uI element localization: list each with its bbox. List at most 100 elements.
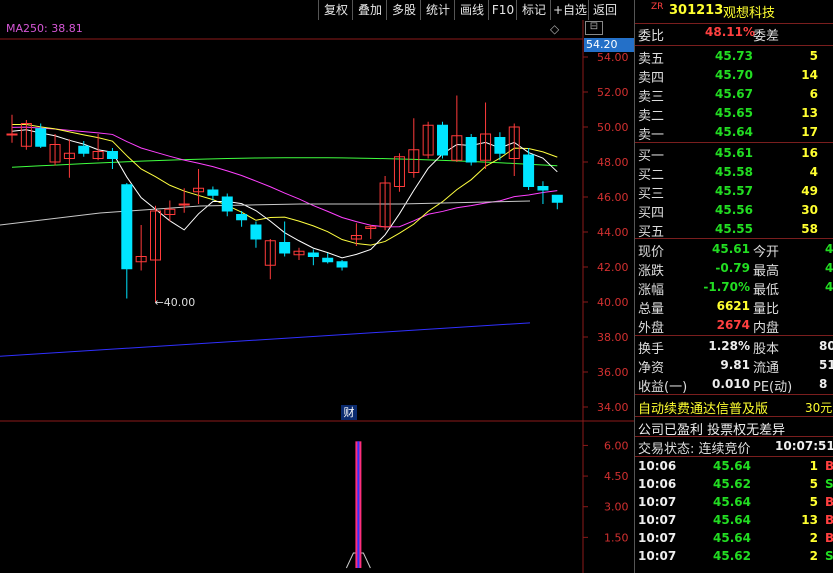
- stat-label: 涨跌: [638, 264, 665, 279]
- candle-body: [207, 189, 219, 196]
- stat-label: 最低: [753, 283, 780, 298]
- tick-volume: 13: [801, 513, 818, 527]
- kline-chart[interactable]: 54.00 52.00 50.00 48.00 46.00 44.00 42.00 40.00…: [0, 20, 634, 573]
- toolbar-button-2[interactable]: 多股: [386, 0, 421, 20]
- stat-label: 流通: [753, 361, 780, 376]
- current-price-tag: 54.20: [584, 38, 634, 52]
- volume-tick-label: 3.00: [604, 501, 629, 514]
- candle-body: [250, 224, 262, 240]
- toolbar-button-3[interactable]: 统计: [420, 0, 455, 20]
- sell-level-label: 卖二: [638, 109, 665, 124]
- stock-name[interactable]: 观想科技: [723, 2, 775, 21]
- candle-body: [178, 203, 190, 206]
- toolbar-button-1[interactable]: 叠加: [352, 0, 387, 20]
- toolbar-button-0[interactable]: 复权: [318, 0, 353, 20]
- sell-level-volume: 13: [801, 106, 818, 120]
- tick-volume: 5: [809, 495, 818, 509]
- toolbar-button-5[interactable]: F10: [488, 0, 517, 20]
- stat-label: 今开: [753, 245, 780, 260]
- volume-tick-label: 6.00: [604, 439, 629, 452]
- weibi-value: 48.11%: [705, 25, 755, 39]
- buy-level-volume: 49: [801, 184, 818, 198]
- stat-label: 股本: [753, 342, 780, 357]
- stat-label: 涨幅: [638, 283, 665, 298]
- toolbar-button-8[interactable]: 返回: [588, 0, 621, 20]
- orderbook-divider: [635, 142, 833, 143]
- candle-body: [336, 261, 348, 268]
- tick-volume: 5: [809, 477, 818, 491]
- candle-body: [279, 242, 291, 254]
- ma120-line: [0, 200, 531, 226]
- stat-value: 1.28%: [708, 339, 750, 353]
- sell-level-price: 45.64: [715, 125, 753, 139]
- toolbar-button-6[interactable]: 标记: [516, 0, 551, 20]
- tick-side: B: [825, 513, 833, 527]
- tick-time: 10:07: [638, 531, 677, 545]
- trade-status: 交易状态: 连续竞价: [638, 442, 751, 457]
- candle-body: [106, 151, 118, 159]
- stat-value: 80: [819, 339, 833, 353]
- diamond-icon[interactable]: ◇: [550, 22, 559, 36]
- volume-bar-inner: [357, 441, 360, 568]
- candle-body: [307, 252, 319, 257]
- toolbar-button-7[interactable]: +自选: [550, 0, 589, 20]
- sell-level-volume: 14: [801, 68, 818, 82]
- price-tick-label: 48.00: [597, 156, 629, 169]
- collapse-panel-icon[interactable]: ⊟: [585, 21, 603, 35]
- candle-body: [465, 137, 477, 163]
- price-tick-label: 38.00: [597, 331, 629, 344]
- sell-level-volume: 17: [801, 125, 818, 139]
- promo-banner[interactable]: 自动续费通达信普及版: [638, 398, 768, 417]
- price-tick-label: 46.00: [597, 191, 629, 204]
- promo-price[interactable]: 30元: [805, 399, 832, 416]
- buy-level-label: 买二: [638, 168, 665, 183]
- stat-label: 量比: [753, 302, 780, 317]
- sell-level-label: 卖三: [638, 90, 665, 105]
- tick-side: B: [825, 459, 833, 473]
- stock-code[interactable]: 301213: [669, 3, 723, 18]
- price-tick-label: 40.00: [597, 296, 629, 309]
- candle-body: [523, 154, 535, 187]
- status-divider: [635, 436, 833, 437]
- tick-price: 45.64: [713, 513, 751, 527]
- tick-volume: 1: [809, 459, 818, 473]
- stat-value: -1.70%: [703, 280, 750, 294]
- ticks-divider: [635, 456, 833, 457]
- tick-side: S: [825, 477, 833, 491]
- price-tick-label: 52.00: [597, 86, 629, 99]
- stat-value: 4: [825, 242, 833, 256]
- finance-report-badge[interactable]: 财: [341, 405, 357, 420]
- stat-value: -0.79: [715, 261, 750, 275]
- tick-time: 10:06: [638, 459, 677, 473]
- toolbar-button-4[interactable]: 画线: [454, 0, 489, 20]
- stat-label: 外盘: [638, 321, 665, 336]
- chart-toolbar: 复权 叠加 多股 统计 画线 F10 标记 +自选 返回: [0, 0, 634, 20]
- candle-body: [121, 184, 133, 270]
- stat-label: 最高: [753, 264, 780, 279]
- notice-divider: [635, 416, 833, 417]
- buy-level-price: 45.56: [715, 203, 753, 217]
- stat-label: 收益(一): [638, 380, 688, 395]
- buy-level-price: 45.61: [715, 146, 753, 160]
- candle-body: [537, 186, 549, 191]
- stats2-divider: [635, 335, 833, 336]
- volume-tick-label: 4.50: [604, 470, 629, 483]
- sell-level-label: 卖五: [638, 52, 665, 67]
- ma250-label: MA250: 38.81: [6, 22, 83, 35]
- promo-divider: [635, 394, 833, 395]
- stat-value: 9.81: [720, 358, 750, 372]
- stat-value: 6621: [716, 299, 750, 313]
- candle-body: [78, 145, 90, 154]
- tick-price: 45.62: [713, 549, 751, 563]
- weicha-label: 委差: [753, 29, 780, 44]
- candle-body: [551, 194, 563, 203]
- sell-level-label: 卖一: [638, 128, 665, 143]
- stat-label: 总量: [638, 302, 665, 317]
- volume-tick-label: 1.50: [604, 531, 629, 544]
- candle-body: [236, 214, 248, 221]
- stat-label: 换手: [638, 342, 665, 357]
- weibi-divider: [635, 45, 833, 46]
- stat-value: 0.010: [712, 377, 750, 391]
- stat-label: 净资: [638, 361, 665, 376]
- tick-price: 45.62: [713, 477, 751, 491]
